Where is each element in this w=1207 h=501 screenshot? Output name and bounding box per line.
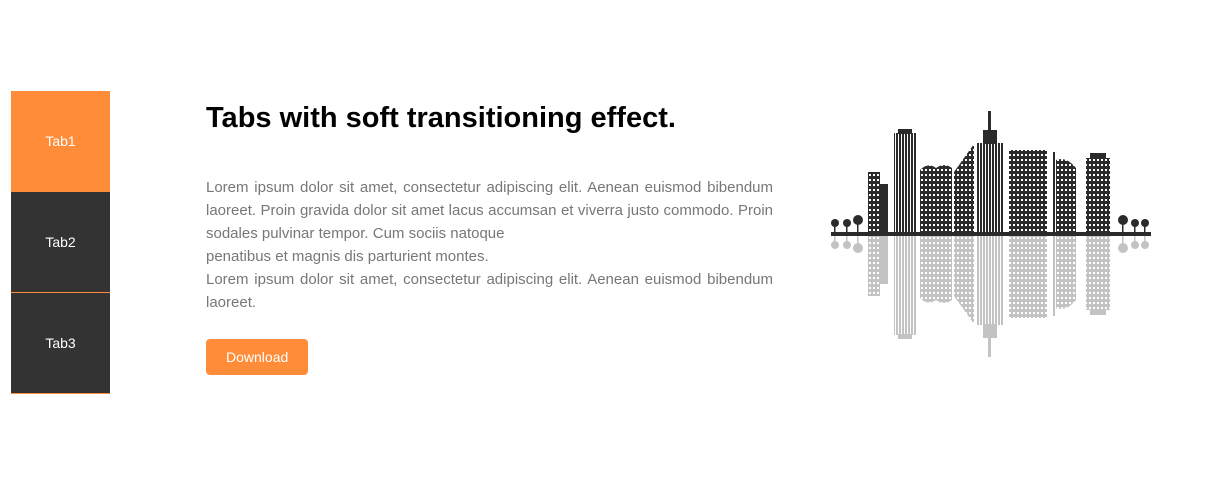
tab-2[interactable]: Tab2	[11, 192, 110, 293]
description: Lorem ipsum dolor sit amet, consectetur …	[206, 176, 773, 314]
tab-3-label: Tab3	[45, 335, 76, 351]
description-paragraph-1: Lorem ipsum dolor sit amet, consectetur …	[206, 179, 773, 242]
tab-1[interactable]: Tab1	[11, 91, 110, 192]
description-paragraph-3: Lorem ipsum dolor sit amet, consectetur …	[206, 271, 773, 311]
city-skyline-icon	[828, 108, 1153, 366]
download-button[interactable]: Download	[206, 339, 309, 375]
description-paragraph-2: penatibus et magnis dis parturient monte…	[206, 248, 489, 265]
tab-3[interactable]: Tab3	[11, 293, 110, 394]
page-title: Tabs with soft transitioning effect.	[206, 102, 676, 134]
tab-2-label: Tab2	[45, 234, 76, 250]
tab-list: Tab1 Tab2 Tab3	[11, 91, 110, 394]
tab-1-label: Tab1	[45, 133, 76, 149]
tab-content: Tabs with soft transitioning effect. Lor…	[206, 100, 773, 375]
